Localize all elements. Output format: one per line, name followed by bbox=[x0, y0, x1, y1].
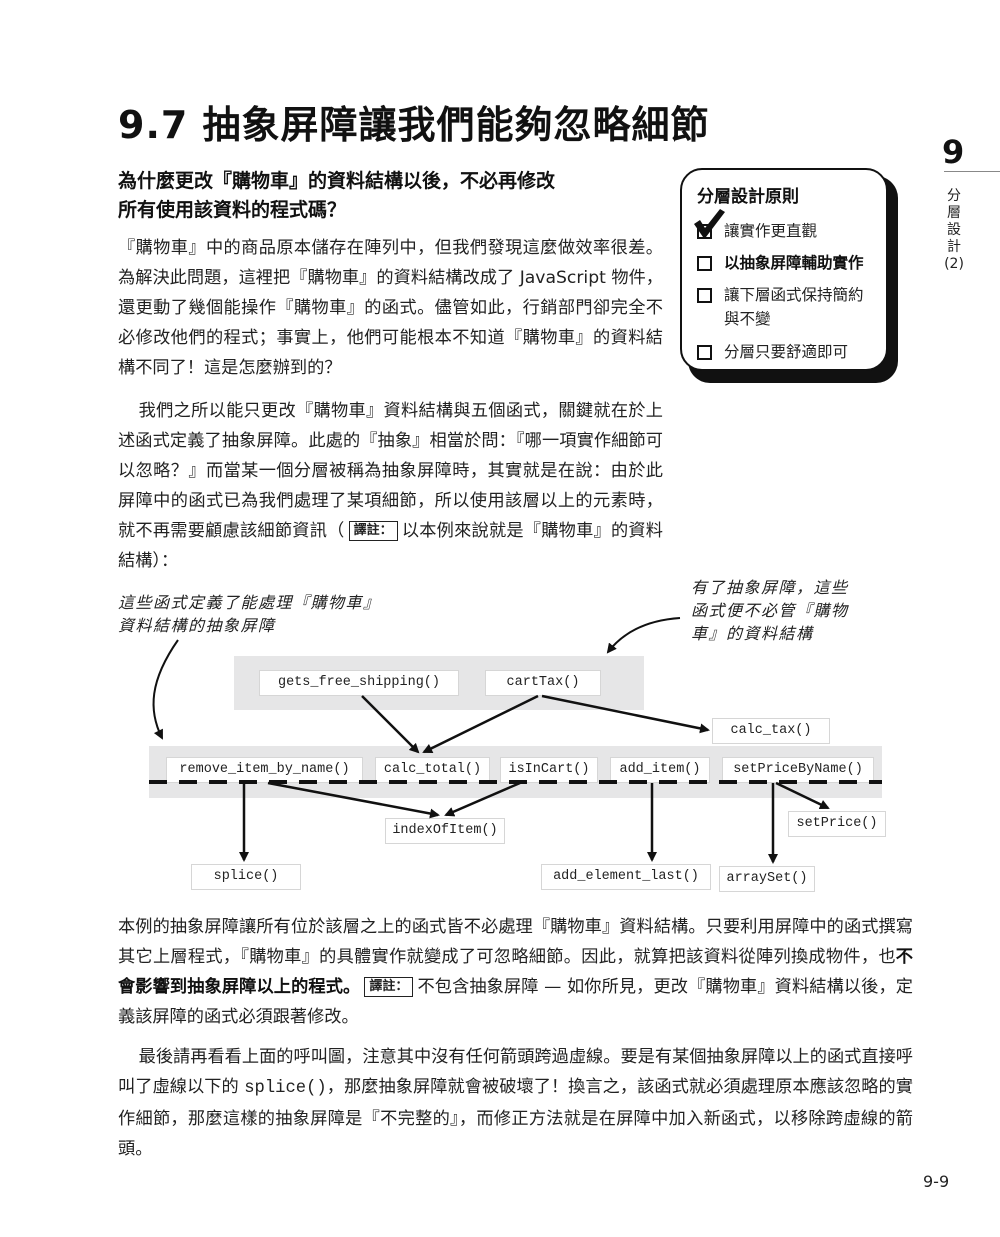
annotation-right-line: 有了抽象屏障，這些 bbox=[691, 578, 849, 597]
paragraph-3-text: 本例的抽象屏障讓所有位於該層之上的函式皆不必處理『購物車』資料結構。只要利用屏障… bbox=[118, 917, 913, 967]
function-node-add-element-last: add_element_last() bbox=[541, 864, 711, 890]
function-node-set-price: setPrice() bbox=[788, 811, 886, 837]
principle-item: 以抽象屏障輔助實作 bbox=[697, 251, 874, 275]
section-title: 9.7 抽象屏障讓我們能夠忽略細節 bbox=[118, 103, 710, 147]
question-line-2: 所有使用該資料的程式碼？ bbox=[118, 199, 347, 221]
paragraph-2-text: 我們之所以能只更改『購物車』資料結構與五個函式，關鍵就在於上述函式定義了抽象屏障… bbox=[118, 401, 663, 541]
annotation-left-line: 資料結構的抽象屏障 bbox=[118, 616, 276, 635]
paragraph-2: 我們之所以能只更改『購物車』資料結構與五個函式，關鍵就在於上述函式定義了抽象屏障… bbox=[118, 396, 663, 576]
annotation-right-line: 車』的資料結構 bbox=[691, 624, 814, 643]
function-node-calc-tax: calc_tax() bbox=[712, 718, 830, 744]
principle-label: 讓下層函式保持簡約與不變 bbox=[724, 286, 864, 328]
annotation-left-line: 這些函式定義了能處理『購物車』 bbox=[118, 593, 381, 612]
chapter-number: 9 bbox=[942, 133, 965, 171]
annotation-left: 這些函式定義了能處理『購物車』 資料結構的抽象屏障 bbox=[118, 591, 381, 637]
principles-box-title: 分層設計原則 bbox=[697, 187, 799, 207]
chapter-divider bbox=[944, 171, 1000, 172]
principle-label: 讓實作更直觀 bbox=[724, 222, 818, 240]
annotation-right: 有了抽象屏障，這些 函式便不必管『購物 車』的資料結構 bbox=[691, 576, 871, 645]
principle-label: 以抽象屏障輔助實作 bbox=[724, 254, 864, 272]
function-node-splice: splice() bbox=[191, 864, 301, 890]
inline-code-splice: splice() bbox=[244, 1079, 327, 1098]
checkbox-unchecked bbox=[697, 256, 712, 271]
principle-item: 分層只要舒適即可 bbox=[697, 340, 874, 364]
abstraction-barrier-dashed-line bbox=[149, 780, 882, 784]
checkmark-icon bbox=[694, 209, 725, 237]
principle-item: 讓下層函式保持簡約與不變 bbox=[697, 283, 874, 331]
checkbox-unchecked bbox=[697, 288, 712, 303]
annotation-left-arrow bbox=[152, 639, 179, 740]
translator-note-tag: 譯註： bbox=[348, 521, 398, 541]
chapter-label: 分層設計(2) bbox=[944, 188, 964, 272]
paragraph-3: 本例的抽象屏障讓所有位於該層之上的函式皆不必處理『購物車』資料結構。只要利用屏障… bbox=[118, 912, 913, 1032]
page-number: 9-9 bbox=[923, 1172, 950, 1191]
principle-label: 分層只要舒適即可 bbox=[724, 343, 849, 361]
paragraph-1: 『購物車』中的商品原本儲存在陣列中，但我們發現這麼做效率很差。為解決此問題，這裡… bbox=[118, 238, 663, 378]
annotation-right-line: 函式便不必管『購物 bbox=[691, 601, 849, 620]
annotation-right-arrow bbox=[606, 617, 681, 654]
section-question: 為什麼更改『購物車』的資料結構以後，不必再修改 所有使用該資料的程式碼？ bbox=[118, 167, 555, 225]
function-node-cart-tax: cartTax() bbox=[485, 670, 601, 696]
function-node-index-of-item: indexOfItem() bbox=[385, 818, 505, 844]
checkbox-unchecked bbox=[697, 345, 712, 360]
function-node-array-set: arraySet() bbox=[719, 866, 815, 892]
question-line-1: 為什麼更改『購物車』的資料結構以後，不必再修改 bbox=[118, 170, 556, 192]
translator-note-tag: 譯註： bbox=[364, 977, 414, 997]
function-node-gets-free-shipping: gets_free_shipping() bbox=[259, 670, 459, 696]
paragraph-4: 最後請再看看上面的呼叫圖，注意其中沒有任何箭頭跨過虛線。要是有某個抽象屏障以上的… bbox=[118, 1042, 913, 1164]
